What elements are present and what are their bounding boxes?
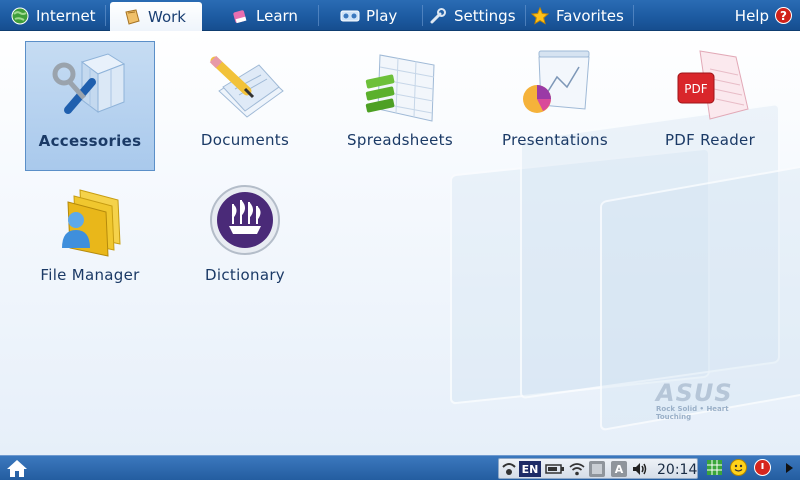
input-method-letter: A: [614, 462, 624, 476]
app-spreadsheets[interactable]: Spreadsheets: [335, 41, 465, 171]
app-label: Dictionary: [205, 266, 285, 284]
logo-text: ASUS: [656, 379, 733, 407]
documents-icon: [205, 47, 285, 127]
tab-play-label: Play: [366, 6, 398, 25]
tab-play[interactable]: Play: [340, 0, 397, 31]
tab-separator: [105, 5, 106, 26]
smiley-icon[interactable]: [730, 459, 747, 476]
tab-internet-label: Internet: [36, 6, 96, 25]
tab-separator: [422, 5, 423, 26]
expand-arrow-icon[interactable]: [780, 459, 797, 476]
tab-internet[interactable]: Internet: [10, 0, 96, 31]
help-button[interactable]: Help ?: [735, 0, 792, 31]
app-label: Documents: [200, 131, 290, 149]
app-documents[interactable]: Documents: [180, 41, 310, 171]
network-icon[interactable]: [501, 461, 517, 477]
file-manager-icon: [50, 182, 130, 262]
eraser-icon: [230, 6, 250, 26]
app-launcher-area: Accessories Documents Spreadsheets Prese…: [0, 31, 800, 455]
home-icon[interactable]: [6, 459, 28, 478]
app-pdf-reader[interactable]: PDF PDF Reader: [645, 41, 775, 171]
tab-work[interactable]: Work: [110, 2, 202, 32]
app-label: Presentations: [502, 131, 608, 149]
briefcase-icon: [122, 7, 142, 27]
globe-icon: [10, 6, 30, 26]
presentations-icon: [515, 47, 595, 127]
logo-tagline: Rock Solid • Heart Touching: [656, 405, 729, 421]
pdf-reader-icon: PDF: [670, 47, 750, 127]
keyboard-icon[interactable]: [589, 461, 605, 477]
top-tab-bar: Internet Work Learn Play Settings Favori…: [0, 0, 800, 32]
app-label: File Manager: [40, 266, 140, 284]
tab-separator: [318, 5, 319, 26]
help-label: Help: [734, 6, 769, 25]
tab-favorites[interactable]: Favorites: [530, 0, 624, 31]
language-code: EN: [521, 462, 539, 476]
tab-settings[interactable]: Settings: [428, 0, 516, 31]
system-tray: EN A 20:14: [498, 458, 698, 479]
tab-learn[interactable]: Learn: [230, 0, 298, 31]
tab-work-label: Work: [148, 8, 186, 26]
app-dictionary[interactable]: Dictionary: [180, 176, 310, 306]
wrench-icon: [428, 6, 448, 26]
spreadsheets-icon: [360, 47, 440, 127]
tab-separator: [633, 5, 634, 26]
app-label: Spreadsheets: [347, 131, 453, 149]
battery-icon[interactable]: [545, 461, 565, 477]
power-icon[interactable]: [754, 459, 771, 476]
volume-icon[interactable]: [631, 461, 647, 477]
taskbar: EN A 20:14: [0, 455, 800, 480]
tab-learn-label: Learn: [256, 6, 298, 25]
app-file-manager[interactable]: File Manager: [25, 176, 155, 306]
clock[interactable]: 20:14: [657, 462, 697, 478]
app-label: Accessories: [38, 132, 142, 150]
pdf-badge-text: PDF: [684, 82, 707, 96]
star-icon: [530, 6, 550, 26]
input-method-icon[interactable]: A: [611, 461, 627, 477]
app-label: PDF Reader: [664, 131, 756, 149]
tab-settings-label: Settings: [454, 6, 516, 25]
wifi-icon[interactable]: [569, 461, 585, 477]
asus-logo: ASUS Rock Solid • Heart Touching: [656, 379, 766, 421]
media-icon: [340, 6, 360, 26]
tab-separator: [525, 5, 526, 26]
app-accessories[interactable]: Accessories: [25, 41, 155, 171]
language-indicator[interactable]: EN: [519, 461, 541, 477]
help-icon: ?: [775, 7, 792, 24]
grid-icon[interactable]: [706, 459, 723, 476]
app-presentations[interactable]: Presentations: [490, 41, 620, 171]
accessories-icon: [50, 48, 130, 128]
dictionary-icon: [205, 182, 285, 262]
tab-favorites-label: Favorites: [556, 6, 624, 25]
